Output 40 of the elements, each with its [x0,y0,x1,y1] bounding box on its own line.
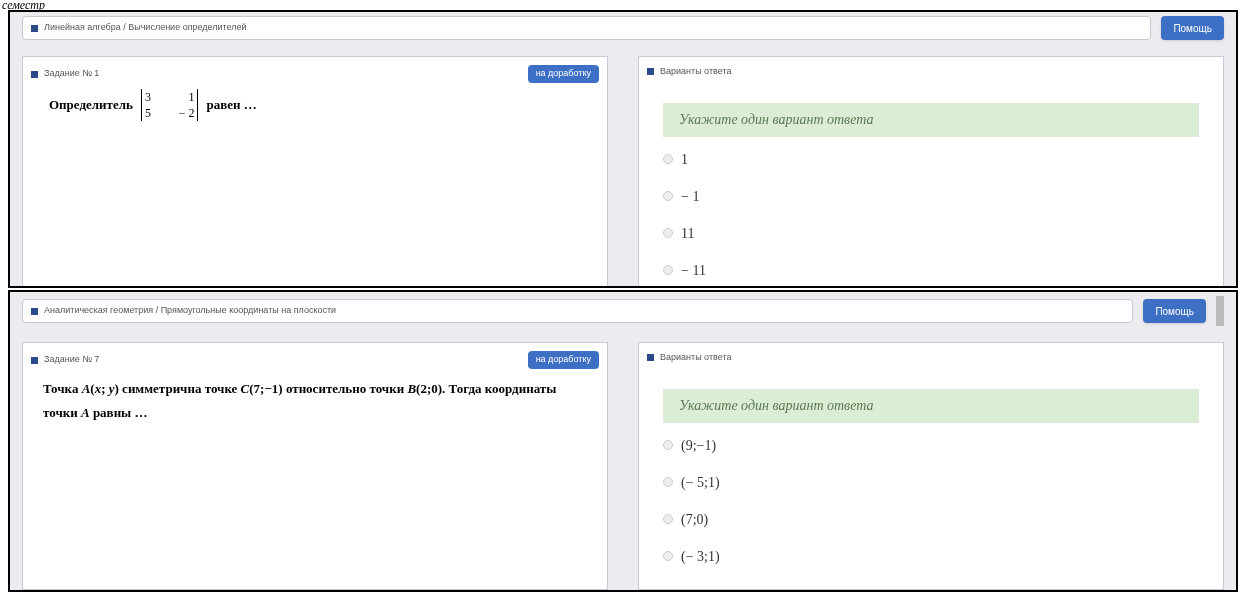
matrix: 3 1 5 − 2 [140,89,199,121]
answer-option[interactable]: (− 3;1) [663,545,1215,567]
breadcrumb-text: Линейная алгебра / Вычисление определителей [44,21,247,35]
answer-option[interactable]: (− 5;1) [663,471,1215,493]
answers-title: Варианты ответа [660,351,732,364]
rework-button[interactable]: на доработку [527,351,599,369]
help-button[interactable]: Помощь [1161,16,1224,40]
square-icon [31,307,38,315]
radio-button[interactable] [663,514,673,524]
answer-option[interactable]: 11 [663,222,1215,244]
question-text: Определитель [49,96,133,115]
radio-button[interactable] [663,265,673,275]
answer-option[interactable]: (9;−1) [663,434,1215,456]
instruction-banner: Укажите один вариант ответа [663,102,1199,137]
square-icon [31,356,38,364]
square-icon [31,70,38,78]
answer-option[interactable]: 1 [663,148,1215,170]
answer-option[interactable]: (7;0) [663,508,1215,530]
square-icon [31,24,38,32]
instruction-banner: Укажите один вариант ответа [663,388,1199,423]
help-button[interactable]: Помощь [1143,299,1206,323]
task-title: Задание № 7 [44,353,100,367]
radio-button[interactable] [663,440,673,450]
scrollbar[interactable] [1216,296,1224,326]
answer-option[interactable]: − 11 [663,259,1215,281]
square-icon [647,354,654,362]
answer-option[interactable]: − 1 [663,185,1215,207]
radio-button[interactable] [663,191,673,201]
question-text: Точка A(x; y) симметрична точке C(7;−1) относительно точки B(2;0). Тогда координаты точки A равны … [43,380,558,422]
question-text: равен … [206,96,257,115]
task-title: Задание № 1 [44,67,100,81]
answers-title: Варианты ответа [660,65,732,78]
rework-button[interactable]: на доработку [527,65,599,83]
radio-button[interactable] [663,551,673,561]
square-icon [647,68,654,76]
radio-button[interactable] [663,154,673,164]
radio-button[interactable] [663,477,673,487]
page-heading: семестр [2,0,45,10]
radio-button[interactable] [663,228,673,238]
breadcrumb-text: Аналитическая геометрия / Прямоугольные координаты на плоскости [44,304,337,318]
